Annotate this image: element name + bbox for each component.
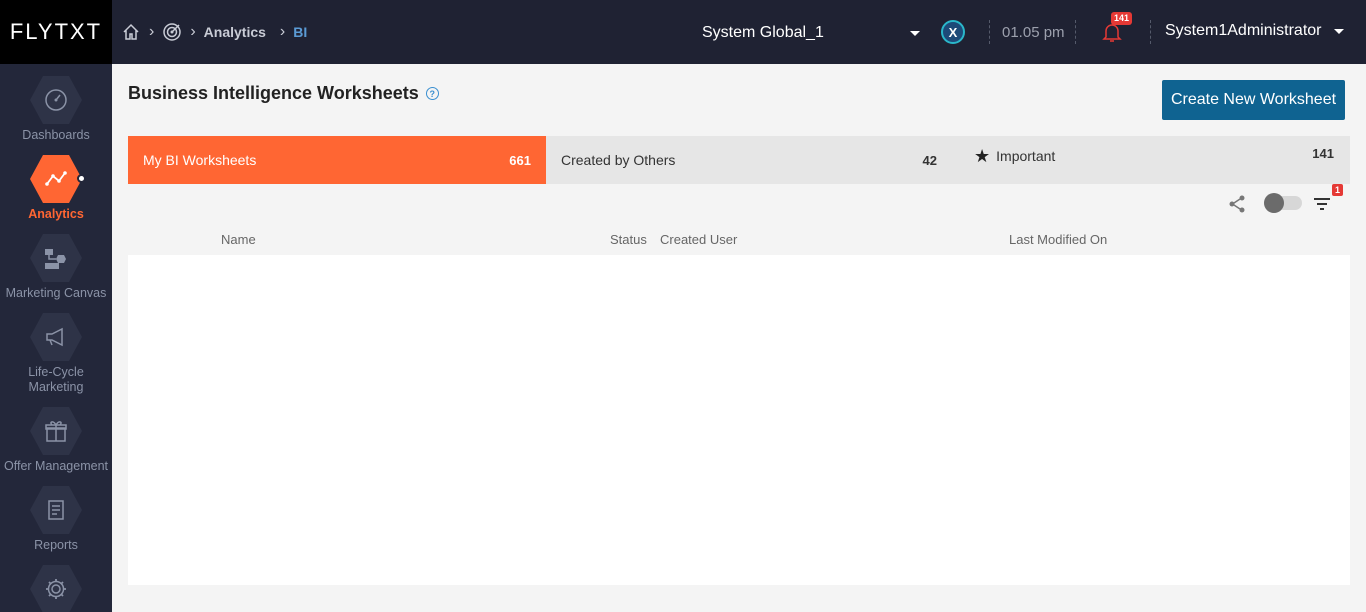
divider bbox=[1150, 20, 1151, 44]
hex-bg bbox=[30, 155, 82, 203]
document-icon bbox=[48, 500, 64, 520]
notification-badge: 141 bbox=[1111, 12, 1133, 25]
hex-bg bbox=[30, 565, 82, 612]
divider bbox=[1075, 20, 1076, 44]
target-icon[interactable] bbox=[162, 22, 182, 42]
tab-count: 141 bbox=[1312, 145, 1334, 161]
worksheet-tabs: My BI Worksheets 661 Created by Others 4… bbox=[128, 136, 1350, 184]
hex-bg bbox=[30, 486, 82, 534]
tab-label: Important bbox=[996, 148, 1056, 164]
page-title-text: Business Intelligence Worksheets bbox=[128, 83, 419, 103]
column-header-name[interactable]: Name bbox=[221, 232, 256, 247]
breadcrumb: › › Analytics › BI bbox=[121, 20, 307, 44]
chevron-right-icon: › bbox=[190, 23, 196, 40]
gift-icon bbox=[45, 421, 67, 442]
sidebar: Dashboards Analytics Marketing Canvas Li… bbox=[0, 64, 112, 612]
gear-icon bbox=[46, 579, 66, 599]
tab-created-by-others[interactable]: Created by Others 42 bbox=[546, 136, 952, 184]
user-menu[interactable]: System1Administrator bbox=[1165, 22, 1344, 40]
worksheet-table-body bbox=[128, 255, 1350, 585]
sidebar-item-dashboards[interactable]: Dashboards bbox=[0, 76, 112, 143]
system-selector-value: System Global_1 bbox=[702, 24, 824, 41]
hex-bg bbox=[30, 313, 82, 361]
breadcrumb-analytics[interactable]: Analytics bbox=[204, 24, 266, 40]
toggle-knob bbox=[1264, 193, 1284, 213]
tab-important[interactable]: ★ Important 141 bbox=[974, 136, 1350, 184]
breadcrumb-bi: BI bbox=[293, 24, 308, 40]
active-indicator bbox=[77, 174, 86, 183]
column-header-created-user[interactable]: Created User bbox=[660, 232, 737, 247]
create-new-worksheet-button[interactable]: Create New Worksheet bbox=[1162, 80, 1345, 120]
line-graph-icon bbox=[45, 171, 67, 186]
home-icon[interactable] bbox=[121, 22, 141, 42]
hex-bg bbox=[30, 76, 82, 124]
divider bbox=[989, 20, 990, 44]
caret-down-icon bbox=[910, 30, 920, 36]
hex-bg bbox=[30, 407, 82, 455]
user-name: System1Administrator bbox=[1165, 22, 1322, 39]
sidebar-item-label: Marketing Canvas bbox=[5, 286, 107, 300]
sidebar-item-analytics[interactable]: Analytics bbox=[0, 155, 112, 222]
sidebar-item-label: Reports bbox=[34, 538, 78, 552]
sidebar-item-marketing-canvas[interactable]: Marketing Canvas bbox=[0, 234, 112, 301]
sidebar-item-life-cycle-marketing[interactable]: Life-Cycle Marketing bbox=[0, 313, 112, 395]
column-header-last-modified[interactable]: Last Modified On bbox=[1009, 232, 1107, 247]
filter-icon[interactable] bbox=[1312, 195, 1332, 213]
view-toggle[interactable] bbox=[1264, 193, 1302, 213]
share-icon[interactable] bbox=[1226, 193, 1248, 215]
filter-badge: 1 bbox=[1332, 184, 1344, 196]
system-selector[interactable]: System Global_1 bbox=[702, 22, 920, 44]
megaphone-icon bbox=[46, 327, 63, 347]
tab-my-bi-worksheets[interactable]: My BI Worksheets 661 bbox=[128, 136, 546, 184]
help-icon[interactable]: ? bbox=[425, 87, 439, 100]
flow-icon bbox=[45, 249, 66, 269]
column-header-status[interactable]: Status bbox=[610, 232, 647, 247]
sidebar-item-label: Analytics bbox=[28, 207, 84, 221]
star-icon: ★ bbox=[974, 145, 991, 166]
clock-time: 01.05 pm bbox=[1002, 24, 1065, 41]
sidebar-item-label: Dashboards bbox=[22, 128, 90, 142]
caret-down-icon bbox=[1333, 28, 1344, 34]
tab-count: 661 bbox=[509, 152, 531, 168]
tab-label: Created by Others bbox=[561, 152, 676, 168]
sidebar-item-reports[interactable]: Reports bbox=[0, 486, 112, 553]
chevron-right-icon: › bbox=[279, 23, 286, 40]
speedometer-icon bbox=[45, 89, 67, 111]
flytxt-logo[interactable]: FLYTXT bbox=[0, 0, 112, 64]
sidebar-item-label: Life-Cycle Marketing bbox=[28, 365, 84, 394]
top-bar: FLYTXT › › Analytics › BI System Global_… bbox=[0, 0, 1366, 64]
page-title: Business Intelligence Worksheets ? bbox=[128, 83, 439, 104]
tab-label: My BI Worksheets bbox=[143, 152, 257, 168]
sidebar-item-offer-management[interactable]: Offer Management bbox=[0, 407, 112, 474]
hex-bg bbox=[30, 234, 82, 282]
tab-count: 42 bbox=[922, 152, 937, 168]
sidebar-item-settings[interactable] bbox=[0, 565, 112, 612]
x-app-icon[interactable]: X bbox=[941, 20, 965, 44]
chevron-right-icon: › bbox=[149, 23, 155, 40]
sidebar-item-label: Offer Management bbox=[4, 459, 108, 473]
